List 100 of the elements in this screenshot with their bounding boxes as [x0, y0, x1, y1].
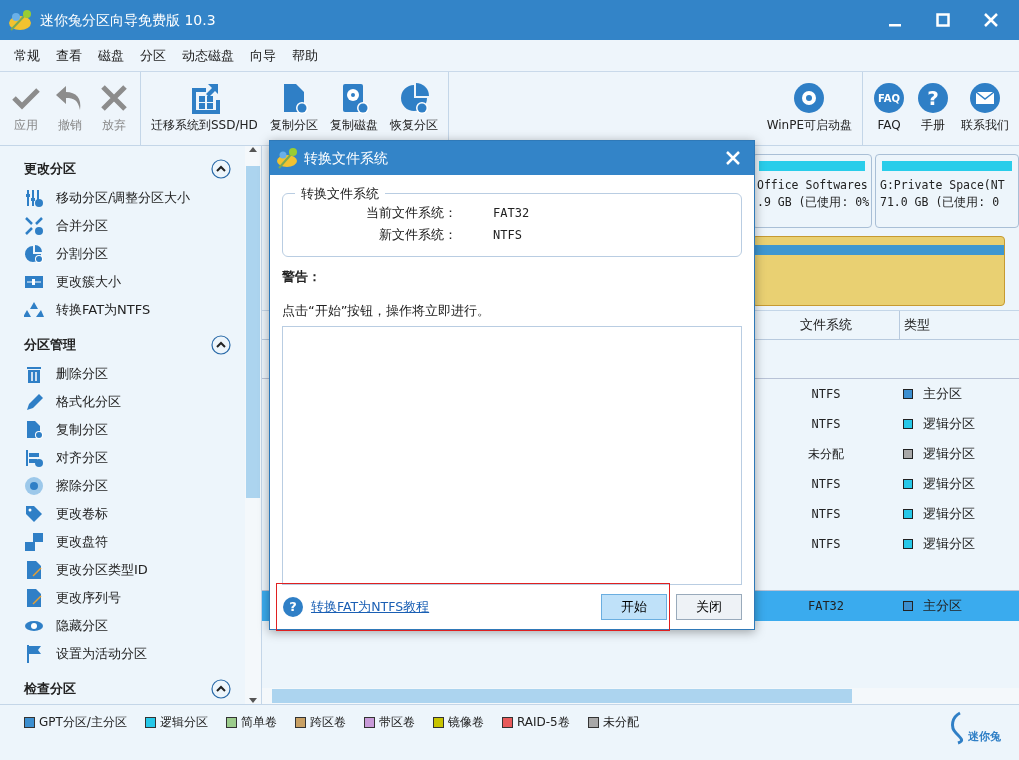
sidebar-item[interactable]: 更改序列号 — [24, 584, 121, 612]
legend-label: 未分配 — [602, 714, 639, 731]
partition-row[interactable]: NTFS 逻辑分区 — [262, 529, 1019, 559]
toolbar-button[interactable]: FAQ FAQ — [867, 78, 911, 138]
sidebar-item[interactable]: 格式化分区 — [24, 388, 121, 416]
table-cell-text: 主分区 — [923, 597, 962, 616]
trash-icon — [24, 364, 44, 384]
sidebar-item[interactable]: 复制分区 — [24, 416, 108, 444]
menu-item[interactable]: 向导 — [242, 41, 284, 70]
question-icon: ? — [917, 82, 949, 114]
sidebar-item[interactable]: 更改卷标 — [24, 500, 108, 528]
partition-row[interactable]: NTFS 主分区 — [262, 379, 1019, 409]
table-cell-text: 主分区 — [923, 385, 962, 404]
partition-row[interactable]: NTFS 逻辑分区 — [262, 409, 1019, 439]
scrollbar[interactable] — [245, 146, 261, 704]
menu-item[interactable]: 磁盘 — [90, 41, 132, 70]
menu-item[interactable]: 常规 — [6, 41, 48, 70]
warning-message: 点击“开始”按钮，操作将立即进行。 — [282, 301, 492, 320]
legend-label: GPT分区/主分区 — [39, 714, 127, 731]
window-title: 迷你兔分区向导免费版 10.3 — [40, 10, 217, 30]
table-cell-text: 逻辑分区 — [923, 475, 975, 494]
sidebar-item[interactable]: 擦除分区 — [24, 472, 108, 500]
sidebar-item[interactable]: 更改簇大小 — [24, 268, 121, 296]
partition-card[interactable]: Office Softwares .9 GB (已使用: 0% — [752, 154, 872, 228]
disc-icon — [24, 476, 44, 496]
partition-card[interactable]: G:Private Space(NT 71.0 GB (已使用: 0 — [875, 154, 1019, 228]
toolbar-button[interactable]: 复制磁盘 — [323, 78, 384, 138]
toolbar-button[interactable]: 迁移系统到SSD/HD — [145, 78, 264, 138]
maximize-icon[interactable] — [934, 11, 952, 29]
field-value: FAT32 — [493, 205, 530, 222]
table-cell-text: 逻辑分区 — [923, 415, 975, 434]
menu-item[interactable]: 分区 — [132, 41, 174, 70]
faq-icon: FAQ — [873, 82, 905, 114]
field-label: 新文件系统： — [378, 226, 458, 245]
pie-icon — [24, 244, 44, 264]
app-logo-icon — [276, 147, 298, 169]
table-cell-text: FAT32 — [806, 598, 846, 615]
legend-label: 跨区卷 — [309, 714, 346, 731]
legend-label: 逻辑分区 — [159, 714, 208, 731]
close-icon[interactable] — [982, 11, 1000, 29]
menu-item[interactable]: 帮助 — [284, 41, 326, 70]
sidebar-item[interactable]: 更改分区类型ID — [24, 556, 148, 584]
toolbar-button[interactable]: ? 手册 — [911, 78, 955, 138]
table-cell-text: 逻辑分区 — [923, 445, 975, 464]
table-cell-text: 逻辑分区 — [923, 535, 975, 554]
field-label: 当前文件系统： — [365, 204, 458, 223]
collapse-icon[interactable] — [211, 679, 231, 699]
partition-row[interactable]: NTFS 逻辑分区 — [262, 499, 1019, 529]
dialog-button[interactable]: 关闭 — [676, 594, 742, 620]
table-cell-text: NTFS — [810, 386, 842, 403]
table-cell-text: 逻辑分区 — [923, 505, 975, 524]
disc-icon — [793, 82, 826, 114]
toolbar-button[interactable]: 联系我们 — [955, 78, 1015, 138]
toolbar-button[interactable]: 恢复分区 — [383, 78, 444, 138]
sliders-icon — [24, 188, 44, 208]
pencil-icon — [24, 392, 44, 412]
sidebar-item[interactable]: 转换FAT为NTFS — [24, 296, 151, 324]
envelope-icon — [969, 82, 1001, 114]
collapse-icon[interactable] — [211, 335, 231, 355]
legend-label: RAID-5卷 — [516, 714, 570, 731]
close-icon[interactable] — [725, 150, 741, 166]
table-cell-text: NTFS — [810, 536, 842, 553]
scroll-down-icon — [249, 698, 257, 704]
table-cell-text: NTFS — [810, 476, 842, 493]
partition-row[interactable]: NTFS 逻辑分区 — [262, 469, 1019, 499]
scrollbar[interactable] — [262, 688, 1019, 704]
sidebar-item[interactable]: 隐藏分区 — [24, 612, 108, 640]
column-header[interactable]: 文件系统 — [753, 315, 899, 335]
arrows-inward-icon — [24, 216, 44, 236]
flag-icon — [24, 644, 44, 664]
menu-item[interactable]: 查看 — [48, 41, 90, 70]
partition-block[interactable] — [752, 236, 1005, 306]
sidebar-item[interactable]: 分割分区 — [24, 240, 108, 268]
tag-icon — [24, 504, 44, 524]
logo-text: 迷你兔 — [968, 728, 1001, 745]
partition-row[interactable]: 未分配 逻辑分区 — [262, 439, 1019, 469]
toolbar-button[interactable]: 复制分区 — [263, 78, 324, 138]
dialog-button[interactable]: 开始 — [601, 594, 667, 620]
sidebar-item[interactable]: 设置为活动分区 — [24, 640, 147, 668]
help-link[interactable]: 转换FAT为NTFS教程 — [311, 597, 593, 617]
table-cell-text: NTFS — [810, 416, 842, 433]
sidebar-item[interactable]: 更改盘符 — [24, 528, 108, 556]
section-title: 更改分区 — [24, 160, 76, 179]
table-cell-text: 未分配 — [807, 446, 845, 463]
collapse-icon[interactable] — [211, 159, 231, 179]
sidebar-item[interactable]: 合并分区 — [24, 212, 108, 240]
section-title: 检查分区 — [24, 680, 76, 699]
dialog-title: 转换文件系统 — [304, 148, 389, 168]
app-logo-icon — [8, 8, 32, 32]
sidebar-item[interactable]: 对齐分区 — [24, 444, 108, 472]
align-bars-icon — [24, 448, 44, 468]
toolbar-button[interactable]: WinPE可启动盘 — [760, 78, 858, 138]
sidebar-item[interactable]: 移动分区/调整分区大小 — [24, 184, 191, 212]
legend-label: 简单卷 — [240, 714, 277, 731]
menu-item[interactable]: 动态磁盘 — [174, 41, 242, 70]
section-title: 分区管理 — [24, 336, 76, 355]
table-cell-text: NTFS — [810, 506, 842, 523]
sidebar-item[interactable]: 删除分区 — [24, 360, 108, 388]
help-icon: ? — [283, 597, 303, 617]
column-header[interactable]: 类型 — [899, 311, 1019, 339]
